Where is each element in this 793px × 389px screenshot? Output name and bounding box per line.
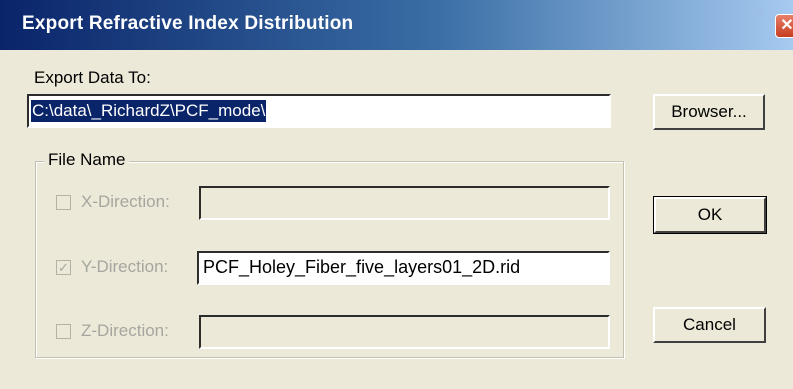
browse-button[interactable]: Browser... bbox=[653, 94, 765, 130]
z-direction-input[interactable] bbox=[199, 315, 610, 349]
ok-button-label: OK bbox=[697, 205, 723, 224]
export-dialog: Export Refractive Index Distribution ≈ ✕… bbox=[0, 0, 793, 389]
y-direction-label: Y-Direction: bbox=[81, 257, 169, 276]
export-path-text: C:\data\_RichardZ\PCF_mode\ bbox=[31, 100, 267, 122]
cancel-button-label: Cancel bbox=[683, 315, 736, 334]
z-direction-label: Z-Direction: bbox=[81, 321, 169, 340]
export-data-label: Export Data To: bbox=[34, 68, 151, 87]
title-bar[interactable]: Export Refractive Index Distribution ≈ ✕ bbox=[0, 0, 793, 50]
close-icon[interactable]: ✕ bbox=[775, 14, 793, 38]
z-direction-checkbox[interactable] bbox=[56, 324, 71, 339]
y-direction-checkbox[interactable]: ✓ bbox=[56, 260, 71, 275]
x-direction-input[interactable] bbox=[199, 186, 610, 220]
y-direction-input[interactable]: PCF_Holey_Fiber_five_layers01_2D.rid bbox=[197, 251, 610, 285]
dialog-title: Export Refractive Index Distribution bbox=[22, 13, 354, 34]
ok-button[interactable]: OK bbox=[653, 196, 767, 234]
titlebar-decoration: ≈ bbox=[757, 6, 764, 20]
export-path-input[interactable]: C:\data\_RichardZ\PCF_mode\ bbox=[27, 94, 611, 128]
browse-button-label: Browser... bbox=[671, 102, 747, 121]
x-direction-label: X-Direction: bbox=[81, 192, 170, 211]
file-name-group-title: File Name bbox=[44, 150, 130, 170]
checkbox-icon: ✓ bbox=[58, 260, 69, 275]
cancel-button[interactable]: Cancel bbox=[653, 307, 766, 343]
x-direction-checkbox[interactable] bbox=[56, 195, 71, 210]
y-direction-value: PCF_Holey_Fiber_five_layers01_2D.rid bbox=[203, 257, 521, 277]
